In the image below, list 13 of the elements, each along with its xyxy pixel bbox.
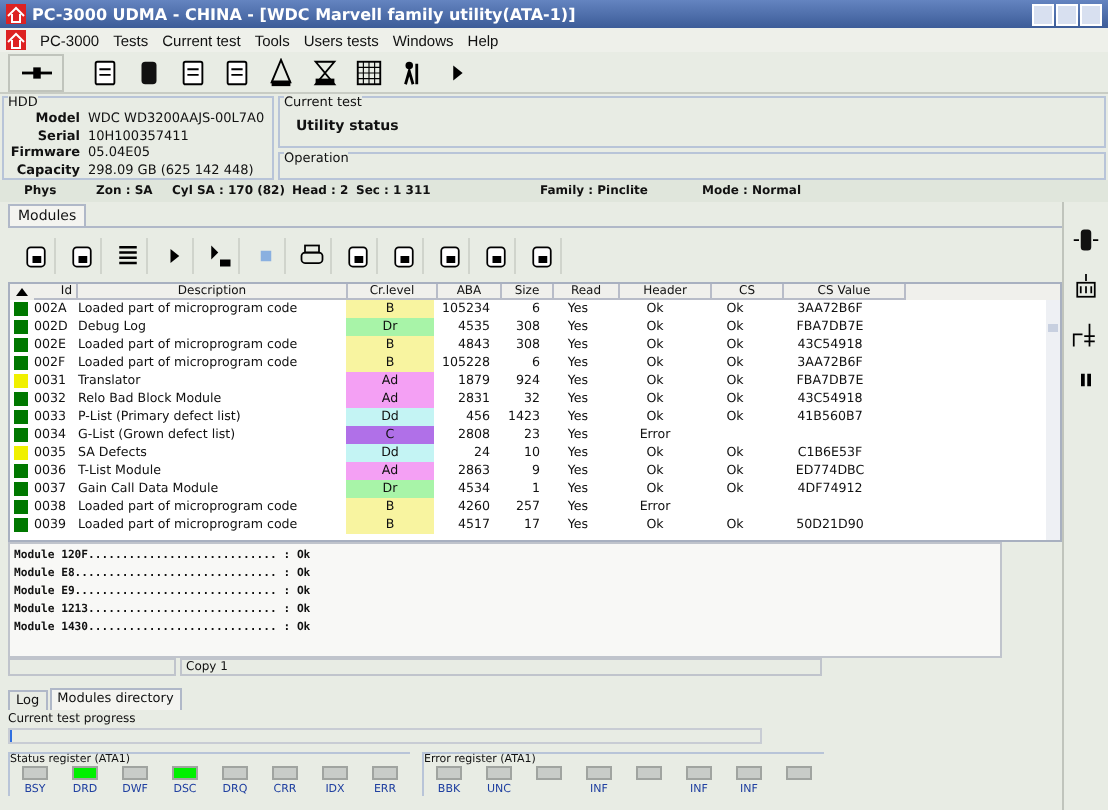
reset-icon[interactable] xyxy=(1072,274,1100,302)
connector-icon[interactable] xyxy=(8,53,64,91)
house-icon xyxy=(6,30,26,50)
close-button[interactable] xyxy=(1080,3,1102,25)
sort-arrow-icon[interactable] xyxy=(16,288,28,296)
chip-icon[interactable] xyxy=(1072,226,1100,254)
house-icon xyxy=(6,4,26,24)
plug-icon[interactable] xyxy=(1072,322,1100,350)
scrollbar[interactable] xyxy=(1046,300,1060,540)
pause-icon[interactable] xyxy=(1076,370,1096,390)
restore-button[interactable] xyxy=(1056,3,1078,25)
window-title: PC-3000 UDMA - CHINA - [WDC Marvell family utility(ATA-1)] xyxy=(32,5,578,23)
minimize-button[interactable] xyxy=(1032,3,1054,25)
